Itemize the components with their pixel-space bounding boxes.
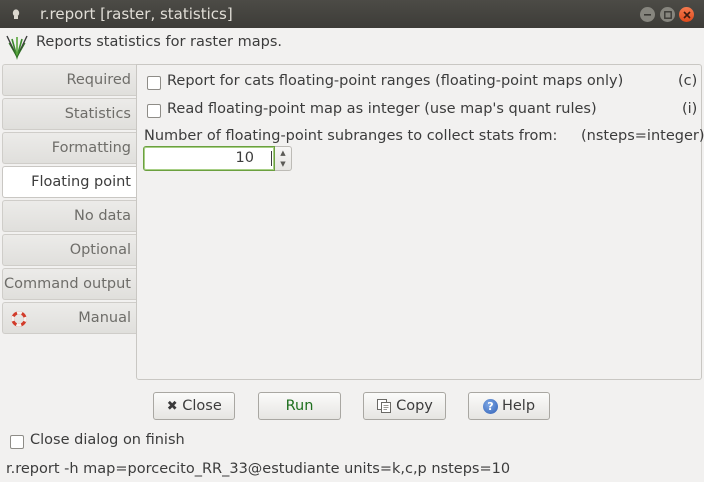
run-button[interactable]: Run [258, 392, 341, 420]
read-integer-checkbox[interactable] [147, 104, 161, 118]
nsteps-stepper: ▲ ▼ [275, 146, 292, 171]
close-window-button[interactable] [679, 7, 694, 22]
text-caret [271, 151, 272, 166]
tab-floating-point[interactable]: Floating point [2, 166, 137, 198]
module-header: Reports statistics for raster maps. [0, 28, 704, 60]
tab-required[interactable]: Required [2, 64, 137, 96]
increment-arrow-icon[interactable]: ▲ [275, 148, 291, 159]
close-on-finish-label[interactable]: Close dialog on finish [30, 432, 185, 448]
tab-command-output[interactable]: Command output [2, 268, 137, 300]
tab-no-data[interactable]: No data [2, 200, 137, 232]
tab-optional[interactable]: Optional [2, 234, 137, 266]
read-integer-label[interactable]: Read floating-point map as integer (use … [167, 101, 597, 117]
decrement-arrow-icon[interactable]: ▼ [275, 159, 291, 170]
maximize-button[interactable] [660, 7, 675, 22]
tab-statistics[interactable]: Statistics [2, 98, 137, 130]
close-button[interactable]: ✖ Close [153, 392, 235, 420]
nsteps-type-hint: (nsteps=integer) [581, 128, 704, 144]
command-status-bar: r.report -h map=porcecito_RR_33@estudian… [6, 461, 511, 477]
lifebuoy-icon [11, 311, 27, 327]
cats-ranges-label[interactable]: Report for cats floating-point ranges (f… [167, 73, 623, 89]
grass-window-icon[interactable] [9, 7, 23, 21]
read-integer-flag: (i) [682, 101, 698, 117]
copy-icon [376, 398, 392, 414]
window-title: r.report [raster, statistics] [40, 5, 233, 23]
close-x-icon: ✖ [166, 398, 178, 414]
copy-button[interactable]: Copy [363, 392, 446, 420]
help-icon: ? [482, 398, 498, 414]
grass-logo-icon [4, 33, 30, 60]
cats-ranges-checkbox[interactable] [147, 76, 161, 90]
nsteps-input[interactable]: 10 [143, 146, 275, 171]
module-description: Reports statistics for raster maps. [36, 34, 282, 50]
help-button[interactable]: ? Help [468, 392, 550, 420]
nsteps-spinbox: 10 ▲ ▼ [143, 146, 292, 171]
nsteps-label: Number of floating-point subranges to co… [144, 128, 558, 144]
tab-manual[interactable]: Manual [2, 302, 137, 334]
cats-ranges-flag: (c) [678, 73, 698, 89]
minimize-button[interactable] [640, 7, 655, 22]
tab-formatting[interactable]: Formatting [2, 132, 137, 164]
title-bar: r.report [raster, statistics] [0, 0, 704, 28]
close-on-finish-checkbox[interactable] [10, 435, 24, 449]
